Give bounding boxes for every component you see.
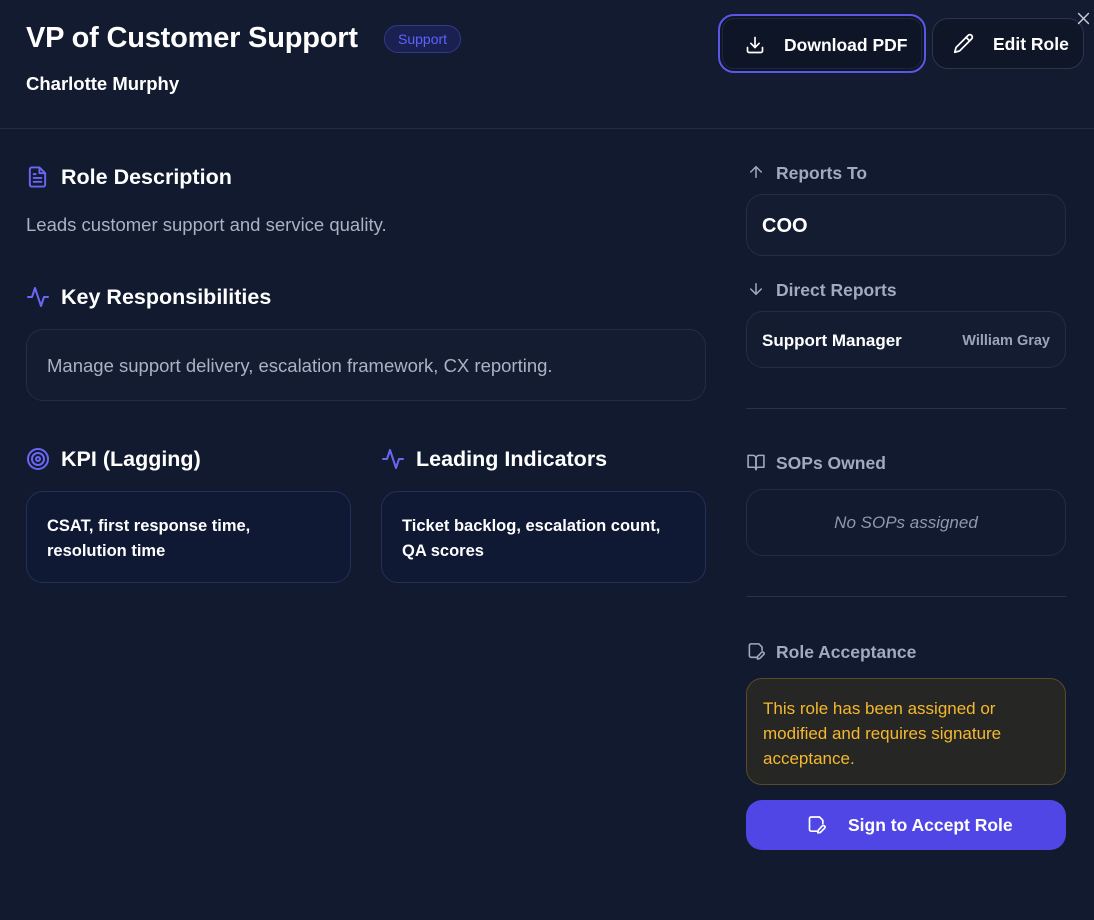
direct-report-role: Support Manager: [762, 331, 902, 350]
assigned-person-name: Charlotte Murphy: [26, 73, 180, 94]
role-description-text: Leads customer support and service quali…: [26, 214, 387, 235]
leading-indicators-text: Ticket backlog, escalation count, QA sco…: [402, 517, 661, 560]
edit-role-label: Edit Role: [993, 34, 1069, 54]
signature-icon: [808, 816, 826, 834]
acceptance-warning-text: This role has been assigned or modified …: [763, 699, 1002, 768]
sops-empty-text: No SOPs assigned: [834, 513, 978, 532]
signature-icon: [748, 643, 765, 660]
arrow-up-icon: [750, 166, 762, 178]
kpi-card: CSAT, first response time, resolution ti…: [26, 491, 351, 583]
reports-to-card[interactable]: COO: [746, 194, 1066, 256]
role-acceptance-label: Role Acceptance: [776, 642, 917, 662]
leading-indicators-title: Leading Indicators: [416, 447, 608, 471]
acceptance-warning: This role has been assigned or modified …: [746, 678, 1066, 785]
arrow-down-icon: [750, 283, 762, 295]
direct-report-person: William Gray: [962, 333, 1050, 349]
sops-card: No SOPs assigned: [746, 489, 1066, 556]
sops-owned-label: SOPs Owned: [776, 453, 886, 473]
reports-to-value: COO: [762, 215, 808, 237]
department-badge: Support: [384, 25, 462, 53]
book-icon: [747, 454, 765, 471]
leading-indicators-card: Ticket backlog, escalation count, QA sco…: [381, 491, 706, 583]
download-pdf-button[interactable]: Download PDF: [718, 14, 926, 73]
key-responsibilities-title: Key Responsibilities: [61, 285, 272, 309]
reports-to-label: Reports To: [776, 163, 868, 183]
responsibilities-card: Manage support delivery, escalation fram…: [26, 329, 706, 401]
download-pdf-label: Download PDF: [784, 35, 908, 55]
direct-report-item[interactable]: Support Manager William Gray: [746, 311, 1066, 368]
kpi-text: CSAT, first response time, resolution ti…: [47, 517, 251, 560]
close-icon[interactable]: [1075, 10, 1092, 27]
activity-icon: [27, 287, 49, 307]
role-header: VP of Customer Support Support Charlotte…: [0, 0, 1094, 129]
role-description-title: Role Description: [61, 165, 232, 189]
activity-icon: [382, 449, 404, 469]
sign-to-accept-label: Sign to Accept Role: [848, 815, 1013, 835]
target-icon: [27, 448, 49, 470]
sign-to-accept-button[interactable]: Sign to Accept Role: [746, 800, 1066, 850]
role-title: VP of Customer Support: [26, 22, 358, 54]
pencil-icon: [953, 33, 974, 54]
sidebar-divider: [746, 596, 1066, 597]
download-icon: [746, 36, 764, 54]
document-icon: [28, 166, 47, 188]
sidebar-divider: [746, 408, 1066, 409]
edit-role-button[interactable]: Edit Role: [932, 18, 1084, 69]
direct-reports-label: Direct Reports: [776, 280, 897, 300]
responsibilities-text: Manage support delivery, escalation fram…: [47, 355, 553, 376]
kpi-title: KPI (Lagging): [61, 447, 201, 471]
